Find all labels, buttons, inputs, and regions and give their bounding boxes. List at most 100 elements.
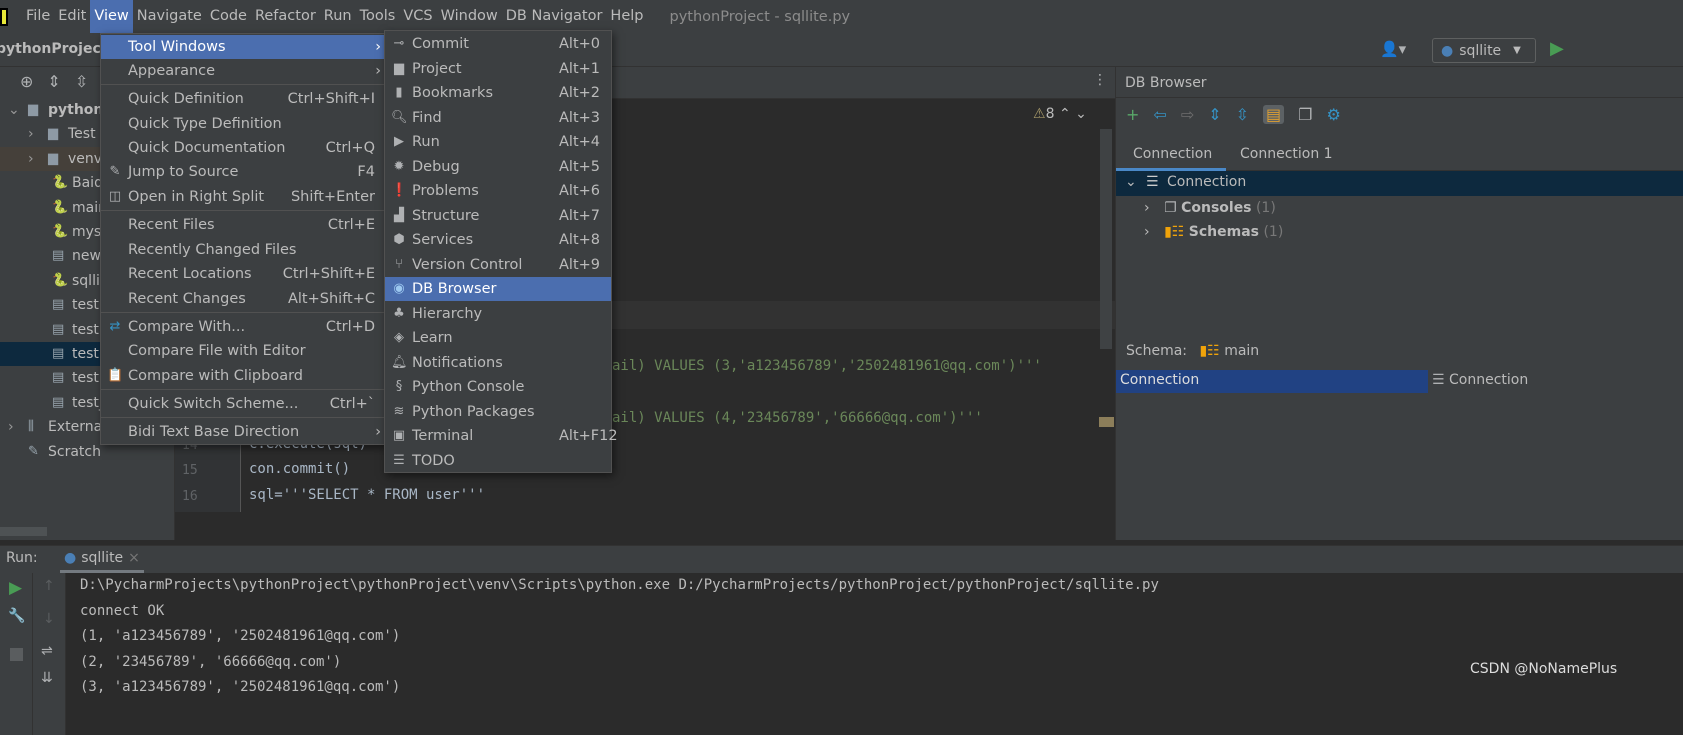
menu-vcs[interactable]: VCS <box>399 0 436 33</box>
collapse-icon[interactable]: ⇳ <box>1236 105 1249 124</box>
menu-run[interactable]: Run <box>320 0 356 33</box>
menu-item-appearance[interactable]: Appearance › <box>101 59 385 83</box>
menu-item-project[interactable]: ▆ Project Alt+1 <box>385 57 611 81</box>
menu-file[interactable]: File <box>22 0 54 33</box>
menu-item-problems[interactable]: ❗ Problems Alt+6 <box>385 179 611 203</box>
next-highlight-icon[interactable]: ⌄ <box>1075 106 1087 122</box>
menu-item-todo[interactable]: ☰ TODO <box>385 449 611 473</box>
menu-item-quick-documentation[interactable]: Quick Documentation Ctrl+Q <box>101 136 385 160</box>
menu-item-commit[interactable]: ⊸ Commit Alt+0 <box>385 32 611 56</box>
db-toolbar: + ⇦ ⇨ ⇕ ⇳ ▤ ❐ ⚙ <box>1126 105 1341 124</box>
expand-icon[interactable]: ⇕ <box>1208 105 1221 124</box>
menu-item-bidi-text-base-direction[interactable]: Bidi Text Base Direction › <box>101 420 385 444</box>
run-icon[interactable]: ▶ <box>1550 38 1564 59</box>
settings-icon[interactable]: ⚙ <box>1327 105 1341 124</box>
chevron-down-icon[interactable]: ⌄ <box>1125 174 1137 190</box>
expand-all-icon[interactable]: ⇕ <box>47 72 74 91</box>
close-icon[interactable]: × <box>128 550 140 566</box>
menu-item-find[interactable]: 🔍︎ Find Alt+3 <box>385 106 611 130</box>
soft-wrap-icon[interactable]: ⇌ <box>41 643 53 659</box>
menu-item-structure[interactable]: ▟ Structure Alt+7 <box>385 204 611 228</box>
chevron-right-icon[interactable]: › <box>1144 224 1150 240</box>
horizontal-scrollbar[interactable] <box>0 527 47 536</box>
user-icon[interactable]: 👤▾ <box>1380 40 1406 58</box>
scrollbar[interactable] <box>1100 129 1112 349</box>
locate-icon[interactable]: ⊕ <box>20 72 47 91</box>
menu-item-terminal[interactable]: ▣ Terminal Alt+F12 <box>385 424 618 448</box>
forward-icon[interactable]: ⇨ <box>1181 105 1194 124</box>
tree-item-label: Scratch <box>48 443 101 460</box>
user-file-icon: ▤ <box>52 346 65 361</box>
scroll-to-end-icon[interactable]: ⇊ <box>41 670 53 686</box>
menu-item-python-console[interactable]: § Python Console <box>385 375 611 399</box>
chevron-right-icon[interactable]: › <box>1144 200 1150 216</box>
pencil-icon: ✎ <box>109 164 121 179</box>
menu-refactor[interactable]: Refactor <box>251 0 320 33</box>
console-icon[interactable]: ❐ <box>1298 105 1312 124</box>
menu-item-python-packages[interactable]: ≋ Python Packages <box>385 400 611 424</box>
menu-item-tool-windows[interactable]: Tool Windows › <box>101 35 385 59</box>
add-icon[interactable]: + <box>1126 105 1139 124</box>
breadcrumb[interactable]: pythonProject <box>0 41 107 57</box>
menu-item-open-in-right-split[interactable]: ◫ Open in Right Split Shift+Enter <box>101 185 385 209</box>
back-icon[interactable]: ⇦ <box>1153 105 1166 124</box>
prev-highlight-icon[interactable]: ⌃ <box>1059 106 1071 122</box>
menu-item-quick-switch-scheme[interactable]: Quick Switch Scheme... Ctrl+` <box>101 392 385 416</box>
run-console[interactable]: ▶ 🔧 ↑ ↓ ⇌ ⇊ D:\PycharmProjects\pythonPro… <box>0 573 1683 735</box>
menu-item-services[interactable]: ⬢ Services Alt+8 <box>385 228 611 252</box>
menu-item-jump-to-source[interactable]: ✎ Jump to Source F4 <box>101 160 385 184</box>
menu-item-notifications[interactable]: 🔔︎ Notifications <box>385 351 611 375</box>
warnings-indicator[interactable]: ⚠8 ⌃ ⌄ <box>1033 106 1087 122</box>
menu-window[interactable]: Window <box>437 0 502 33</box>
menu-item-compare-file-with-editor[interactable]: Compare File with Editor <box>101 339 385 363</box>
down-arrow-icon[interactable]: ↓ <box>43 611 55 627</box>
object-properties-icon[interactable]: ▤ <box>1263 105 1285 124</box>
chevron-right-icon[interactable]: › <box>28 122 34 146</box>
connection-selector[interactable]: Connection <box>1116 370 1428 393</box>
menu-item-debug[interactable]: ✹ Debug Alt+5 <box>385 155 611 179</box>
menu-edit[interactable]: Edit <box>54 0 90 33</box>
menu-item-recent-locations[interactable]: Recent Locations Ctrl+Shift+E <box>101 262 385 286</box>
tree-item-label: Externa <box>48 419 103 436</box>
menu-item-db-browser[interactable]: ◉ DB Browser <box>385 277 611 301</box>
run-tab-sqllite[interactable]: ● sqllite × <box>60 546 144 573</box>
menu-navigate[interactable]: Navigate <box>133 0 206 33</box>
tab-connection-1[interactable]: Connection 1 <box>1240 146 1333 162</box>
menu-item-recent-files[interactable]: Recent Files Ctrl+E <box>101 213 385 237</box>
menu-item-compare-with[interactable]: ⇄ Compare With... Ctrl+D <box>101 315 385 339</box>
menu-db-navigator[interactable]: DB Navigator <box>502 0 607 33</box>
python-file-icon: 🐍 <box>52 272 69 288</box>
collapse-all-icon[interactable]: ⇳ <box>75 72 102 91</box>
tab-connection[interactable]: Connection <box>1133 146 1212 162</box>
chevron-down-icon[interactable]: ⌄ <box>8 98 20 122</box>
menu-view[interactable]: View <box>90 0 133 33</box>
rerun-icon[interactable]: ▶ <box>9 578 22 598</box>
schema-value[interactable]: main <box>1224 343 1259 359</box>
python-file-icon: 🐍 <box>52 175 69 191</box>
chevron-right-icon[interactable]: › <box>28 147 34 171</box>
menu-item-version-control[interactable]: ⑂ Version Control Alt+9 <box>385 253 611 277</box>
menu-item-run[interactable]: ▶ Run Alt+4 <box>385 130 611 154</box>
menu-code[interactable]: Code <box>206 0 251 33</box>
play-icon: ▶ <box>394 134 404 149</box>
menu-item-recently-changed-files[interactable]: Recently Changed Files <box>101 238 385 262</box>
chevron-right-icon[interactable]: › <box>8 415 14 439</box>
tree-node-consoles[interactable]: › ❐ Consoles (1) <box>1144 196 1276 220</box>
menu-item-quick-definition[interactable]: Quick Definition Ctrl+Shift+I <box>101 87 385 111</box>
tree-node-connection[interactable]: ⌄ ☰ Connection <box>1116 171 1683 196</box>
stop-icon[interactable] <box>10 648 23 661</box>
up-arrow-icon[interactable]: ↑ <box>43 578 55 594</box>
menu-item-recent-changes[interactable]: Recent Changes Alt+Shift+C <box>101 287 385 311</box>
more-icon[interactable]: ⋮ <box>1093 72 1107 88</box>
menu-item-bookmarks[interactable]: ▮ Bookmarks Alt+2 <box>385 81 611 105</box>
run-config-select[interactable]: ● sqllite ▼ <box>1432 38 1536 63</box>
menu-item-learn[interactable]: ◈ Learn <box>385 326 611 350</box>
menu-item-hierarchy[interactable]: ♣ Hierarchy <box>385 302 611 326</box>
menu-item-compare-with-clipboard[interactable]: 📋 Compare with Clipboard <box>101 364 385 388</box>
wrench-icon[interactable]: 🔧 <box>8 608 25 624</box>
menu-item-quick-type-definition[interactable]: Quick Type Definition <box>101 112 385 136</box>
python-icon: § <box>395 379 403 394</box>
menu-tools[interactable]: Tools <box>356 0 400 33</box>
tree-node-schemas[interactable]: › ▮☷ Schemas (1) <box>1144 220 1283 244</box>
menu-help[interactable]: Help <box>606 0 647 33</box>
